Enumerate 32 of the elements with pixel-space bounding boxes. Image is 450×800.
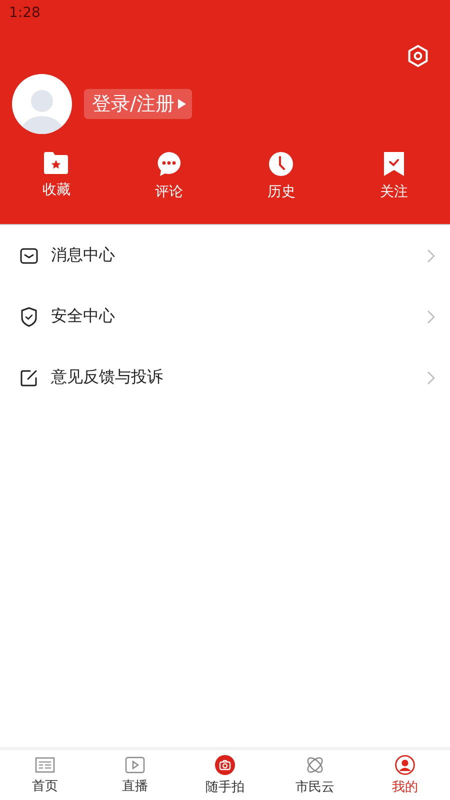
chevron-right-icon [427, 370, 435, 384]
login-button[interactable]: 登录/注册 [84, 89, 192, 119]
star-folder-icon [43, 151, 70, 175]
status-time: 1:28 [9, 4, 40, 20]
settings-icon[interactable] [406, 44, 430, 68]
chevron-right-icon [427, 248, 435, 262]
avatar-icon[interactable] [12, 74, 72, 134]
shield-icon [20, 306, 38, 326]
shortcut-button[interactable]: 收藏 [0, 151, 112, 201]
bookmark-check-icon [382, 151, 406, 177]
menu-item[interactable]: 意见反馈与投诉 [0, 347, 450, 408]
camera-icon [215, 754, 235, 774]
clock-icon [268, 151, 294, 177]
tab-bar-item[interactable]: 随手拍 [180, 750, 270, 800]
triangle-icon [178, 99, 186, 109]
envelope-icon [20, 246, 38, 264]
tab-bar-item[interactable]: 直播 [90, 750, 180, 800]
menu-item[interactable]: 安全中心 [0, 286, 450, 347]
chat-bubble-icon [156, 151, 182, 177]
menu-item[interactable]: 消息中心 [0, 225, 450, 286]
newspaper-icon [35, 756, 55, 774]
chevron-right-icon [427, 310, 435, 324]
shortcut-button[interactable]: 关注 [338, 151, 450, 201]
play-screen-icon [125, 756, 145, 774]
orbit-icon [305, 754, 325, 774]
tab-bar-item[interactable]: 首页 [0, 750, 90, 800]
shortcut-button[interactable]: 历史 [225, 151, 338, 201]
shortcut-button[interactable]: 评论 [112, 151, 225, 201]
tab-bar-item[interactable]: 我的 [360, 750, 450, 800]
edit-icon [20, 368, 38, 386]
tab-bar-item[interactable]: 市民云 [270, 750, 360, 800]
user-icon [395, 754, 415, 774]
